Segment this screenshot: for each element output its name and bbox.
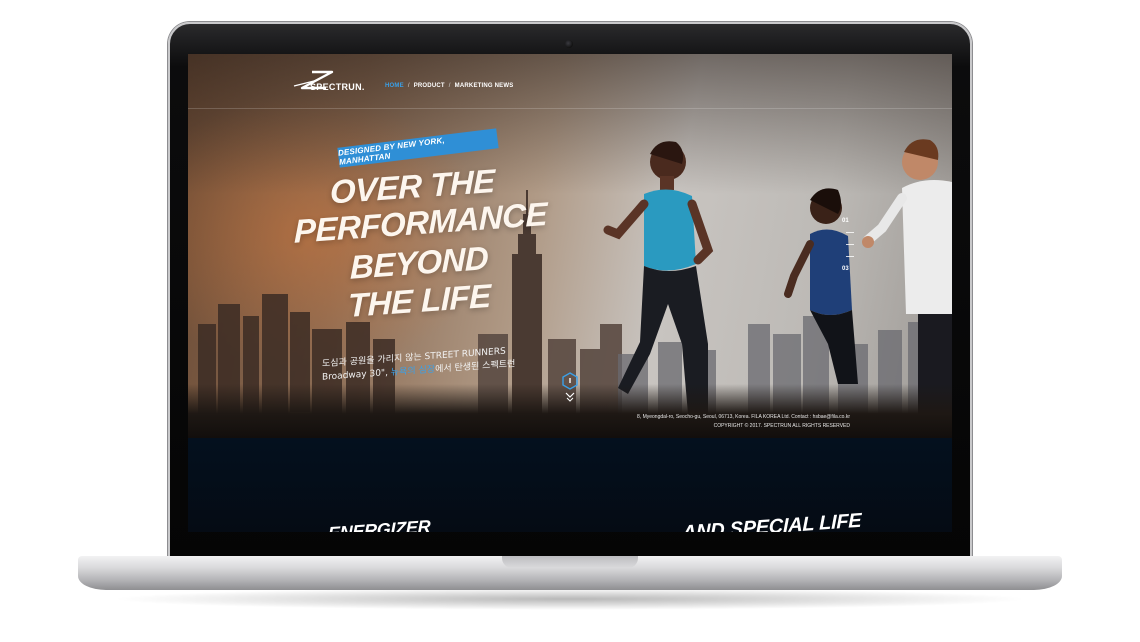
pager-bar[interactable]: [846, 244, 854, 245]
nav-marketing-news[interactable]: MARKETING NEWS: [455, 83, 514, 89]
nav-product[interactable]: PRODUCT: [414, 83, 445, 89]
nav-separator: /: [448, 83, 451, 89]
laptop-shadow: [110, 588, 1030, 610]
logo-text[interactable]: SPECTRUN.: [310, 82, 365, 92]
pager-first[interactable]: 01: [842, 218, 849, 224]
scroll-down-icon[interactable]: [561, 372, 579, 404]
laptop-screen: SPECTRUN. HOME / PRODUCT / MARKETING NEW…: [188, 54, 952, 532]
pager-bar[interactable]: [846, 256, 854, 257]
slide-pager: 01 03: [840, 214, 860, 284]
hero-headline: OVER THE PERFORMANCE BEYOND THE LIFE: [284, 162, 547, 324]
webcam-icon: [565, 40, 573, 48]
footer-address: 8, Myeongdal-ro, Seocho-gu, Seoul, 06713…: [637, 414, 850, 420]
nav-separator: /: [407, 83, 410, 89]
hero-section: SPECTRUN. HOME / PRODUCT / MARKETING NEW…: [188, 54, 952, 438]
laptop-notch: [502, 556, 638, 568]
pager-last[interactable]: 03: [842, 266, 849, 272]
main-nav: HOME / PRODUCT / MARKETING NEWS: [385, 83, 513, 89]
header-divider: [188, 108, 952, 109]
footer-copyright: COPYRIGHT © 2017. SPECTRUN ALL RIGHTS RE…: [713, 423, 850, 429]
pager-bar[interactable]: [846, 232, 854, 233]
nav-home[interactable]: HOME: [385, 83, 404, 89]
